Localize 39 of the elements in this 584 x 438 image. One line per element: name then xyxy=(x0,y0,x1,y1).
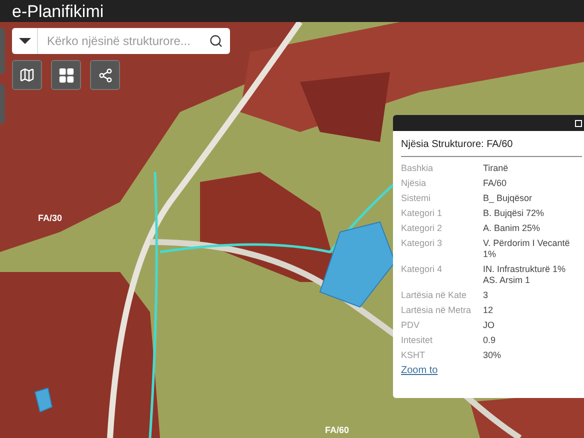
field-label: Bashkia xyxy=(401,163,434,174)
field-label: Kategori 2 xyxy=(401,223,444,234)
map-icon xyxy=(19,67,35,83)
field-label: KSHT xyxy=(401,350,426,361)
field-value: Tiranë xyxy=(483,163,508,174)
field-value: IN. Infrastrukturë 1% xyxy=(483,264,566,275)
field-value: AS. Arsim 1 xyxy=(483,275,532,286)
field-label: Kategori 1 xyxy=(401,208,444,219)
field-value: 12 xyxy=(483,305,494,316)
field-label: Lartësia në Kate xyxy=(401,290,468,301)
field-label: PDV xyxy=(401,320,421,331)
field-label: Lartësia në Metra xyxy=(401,305,472,316)
map-label: FA/30 xyxy=(38,214,62,223)
field-value: B_ Bujqësor xyxy=(483,193,532,204)
popup-title: Njësia Strukturore: FA/60 xyxy=(401,137,582,157)
app-title: e-Planifikimi xyxy=(12,2,104,20)
grid-icon xyxy=(58,66,74,84)
maximize-icon[interactable] xyxy=(575,120,582,126)
search-field[interactable]: Kërko njësinë strukturore... xyxy=(12,28,230,54)
field-value: 3 xyxy=(483,290,488,301)
field-value: A. Banim 25% xyxy=(483,223,540,234)
nodes-icon xyxy=(98,68,112,82)
share-button[interactable] xyxy=(90,60,120,90)
field-label: Kategori 3 xyxy=(401,238,444,250)
map-label: FA/60 xyxy=(325,426,350,435)
search-icon[interactable] xyxy=(209,34,223,48)
field-label: Kategori 4 xyxy=(401,264,444,276)
field-value: B. Bujqësi 72% xyxy=(483,208,544,219)
field-value: 0.9 xyxy=(483,335,496,346)
field-label: Njësia xyxy=(401,178,428,189)
search-input[interactable]: Kërko njësinë strukturore... xyxy=(38,32,209,50)
field-label: Sistemi xyxy=(401,193,432,204)
field-value: V. Përdorim I Vecantë 1% xyxy=(483,238,571,260)
field-value: 30% xyxy=(483,350,502,361)
zoom-to-link[interactable]: Zoom to xyxy=(401,363,438,378)
field-value: FA/60 xyxy=(483,178,507,189)
grid-button[interactable] xyxy=(51,60,81,90)
field-label: Intesitet xyxy=(401,335,434,346)
field-value: JO xyxy=(483,320,495,331)
